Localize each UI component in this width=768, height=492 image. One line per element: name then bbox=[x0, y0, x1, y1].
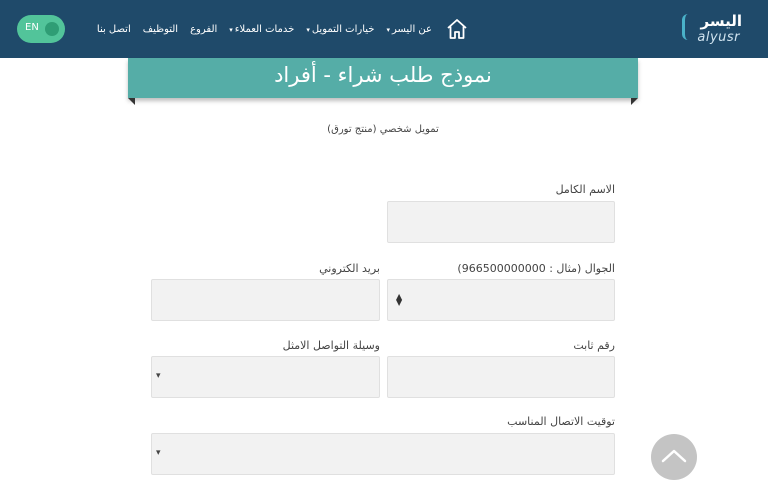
chevron-down-icon: ▾ bbox=[306, 26, 310, 34]
main-nav: عن اليسر▾ خيارات التمويل▾ خدمات العملاء▾… bbox=[85, 24, 432, 35]
email-label: بريد الكتروني bbox=[319, 262, 380, 275]
nav-branches[interactable]: الفروع bbox=[190, 24, 217, 35]
page-title-banner: نموذج طلب شراء - أفراد bbox=[128, 58, 638, 98]
nav-financing-options[interactable]: خيارات التمويل▾ bbox=[306, 24, 374, 35]
globe-icon bbox=[45, 22, 59, 36]
nav-about-label: عن اليسر bbox=[391, 24, 432, 35]
nav-about[interactable]: عن اليسر▾ bbox=[386, 24, 432, 35]
logo-text-en: alyusr bbox=[697, 30, 740, 45]
nav-contact[interactable]: اتصل بنا bbox=[97, 24, 131, 35]
chevron-up-icon bbox=[661, 449, 687, 463]
page-title: نموذج طلب شراء - أفراد bbox=[274, 63, 492, 87]
top-navbar: اليسر alyusr عن اليسر▾ خيارات التمويل▾ خ… bbox=[0, 0, 768, 58]
chevron-down-icon: ▾ bbox=[229, 26, 233, 34]
nav-services-label: خدمات العملاء bbox=[234, 24, 295, 35]
mobile-input[interactable]: ▲ ▼ bbox=[387, 279, 615, 321]
contact-method-select[interactable]: ▾ bbox=[151, 356, 380, 398]
landline-input[interactable] bbox=[387, 356, 615, 398]
banner-fold-left bbox=[128, 98, 135, 105]
chevron-down-icon: ▾ bbox=[156, 371, 161, 381]
email-input[interactable] bbox=[151, 279, 380, 321]
logo-text-ar: اليسر bbox=[700, 12, 743, 30]
contact-time-label: توقيت الاتصال المناسب bbox=[507, 415, 615, 428]
full-name-label: الاسم الكامل bbox=[555, 183, 615, 196]
full-name-input[interactable] bbox=[387, 201, 615, 243]
banner-fold-right bbox=[631, 98, 638, 105]
number-spinner-icon[interactable]: ▲ ▼ bbox=[396, 293, 402, 307]
language-switch-button[interactable]: EN bbox=[17, 15, 65, 43]
language-label: EN bbox=[25, 22, 39, 33]
landline-label: رقم ثابت bbox=[573, 339, 615, 352]
contact-time-select[interactable]: ▾ bbox=[151, 433, 615, 475]
logo-mark-icon bbox=[682, 14, 692, 40]
product-subtitle: تمويل شخصي (منتج تورق) bbox=[327, 124, 439, 135]
chevron-down-icon: ▾ bbox=[386, 26, 390, 34]
scroll-to-top-button[interactable] bbox=[651, 434, 697, 480]
home-icon[interactable] bbox=[446, 18, 468, 40]
chevron-down-icon: ▾ bbox=[156, 448, 161, 458]
mobile-label: الجوال (مثال : 966500000000) bbox=[457, 262, 615, 275]
alyusr-logo[interactable]: اليسر alyusr bbox=[682, 12, 742, 48]
contact-method-label: وسيلة التواصل الامثل bbox=[282, 339, 380, 352]
nav-careers[interactable]: التوظيف bbox=[143, 24, 178, 35]
nav-customer-services[interactable]: خدمات العملاء▾ bbox=[229, 24, 294, 35]
nav-financing-label: خيارات التمويل bbox=[311, 24, 375, 35]
